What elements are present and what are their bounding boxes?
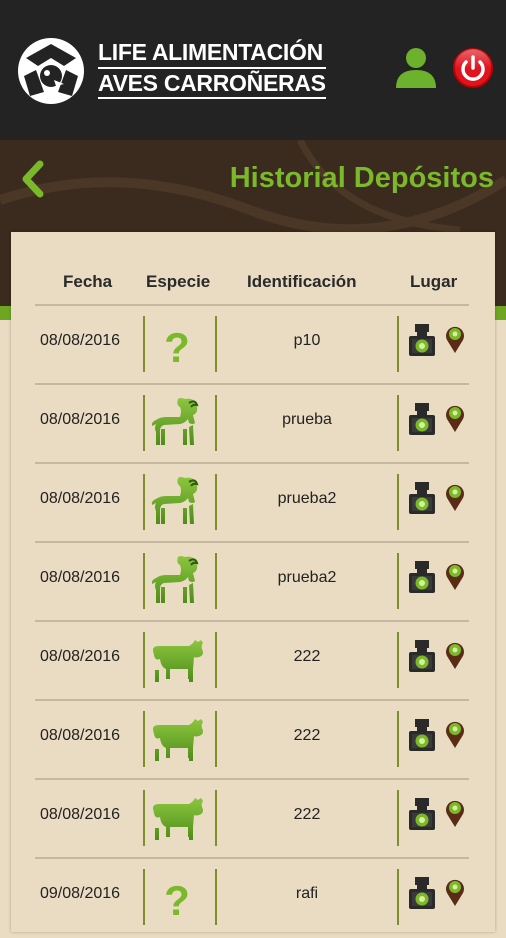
column-divider: [397, 553, 399, 609]
goat-icon: [149, 395, 205, 449]
table-row[interactable]: 08/08/2016? p10: [35, 304, 469, 385]
col-lugar: Lugar: [410, 272, 458, 291]
row-date: 08/08/2016: [40, 411, 121, 428]
location-pin-icon[interactable]: [445, 324, 465, 354]
cow-icon: [149, 790, 205, 844]
column-divider: [397, 869, 399, 925]
camera-icon[interactable]: [409, 719, 435, 753]
table-row[interactable]: 08/08/2016 prueba: [35, 383, 469, 464]
camera-icon[interactable]: [409, 561, 435, 595]
table-row[interactable]: 08/08/2016 222: [35, 620, 469, 701]
cow-icon: [149, 711, 205, 765]
camera-icon[interactable]: [409, 798, 435, 832]
camera-icon[interactable]: [409, 877, 435, 911]
column-divider: [143, 553, 145, 609]
goat-icon: [149, 553, 205, 607]
column-divider: [397, 395, 399, 451]
app-header: LIFE ALIMENTACIÓN AVES CARROÑERAS: [0, 0, 506, 140]
cow-icon: [149, 632, 205, 686]
vulture-logo-icon: [18, 38, 84, 104]
column-divider: [143, 790, 145, 846]
chevron-left-icon[interactable]: [18, 160, 48, 198]
location-pin-icon[interactable]: [445, 482, 465, 512]
row-date: 08/08/2016: [40, 332, 121, 349]
column-divider: [143, 869, 145, 925]
row-identification: rafi: [295, 885, 319, 902]
column-divider: [143, 711, 145, 767]
location-pin-icon[interactable]: [445, 877, 465, 907]
row-date: 08/08/2016: [40, 569, 121, 586]
table-row[interactable]: 08/08/2016 prueba2: [35, 462, 469, 543]
camera-icon[interactable]: [409, 482, 435, 516]
row-date: 08/08/2016: [40, 727, 121, 744]
table-header: Fecha Especie Identificación Lugar: [11, 232, 495, 304]
table-row[interactable]: 08/08/2016 222: [35, 778, 469, 859]
row-identification: prueba: [282, 411, 332, 428]
row-identification: prueba2: [277, 490, 337, 507]
row-date: 08/08/2016: [40, 806, 121, 823]
user-icon[interactable]: [394, 46, 438, 88]
goat-icon: [149, 474, 205, 528]
deposits-table: Fecha Especie Identificación Lugar 08/08…: [11, 232, 495, 932]
row-date: 08/08/2016: [40, 490, 121, 507]
row-identification: 222: [293, 806, 321, 823]
power-icon[interactable]: [452, 47, 494, 89]
column-divider: [143, 632, 145, 688]
location-pin-icon[interactable]: [445, 640, 465, 670]
unknown-icon: ?: [149, 316, 205, 371]
column-divider: [397, 790, 399, 846]
column-divider: [143, 474, 145, 530]
location-pin-icon[interactable]: [445, 719, 465, 749]
column-divider: [397, 474, 399, 530]
row-date: 09/08/2016: [40, 885, 121, 902]
logo-line-2: AVES CARROÑERAS: [98, 69, 326, 99]
column-divider: [143, 395, 145, 451]
svg-text:?: ?: [164, 324, 190, 370]
logo-line-1: LIFE ALIMENTACIÓN: [98, 38, 326, 69]
location-pin-icon[interactable]: [445, 561, 465, 591]
column-divider: [397, 632, 399, 688]
table-row[interactable]: 08/08/2016 222: [35, 699, 469, 780]
col-identificacion: Identificación: [247, 272, 357, 291]
location-pin-icon[interactable]: [445, 403, 465, 433]
column-divider: [397, 711, 399, 767]
camera-icon[interactable]: [409, 324, 435, 358]
row-identification: p10: [293, 332, 321, 349]
page-title: Historial Depósitos: [229, 162, 494, 194]
row-identification: 222: [293, 648, 321, 665]
column-divider: [143, 316, 145, 372]
table-row[interactable]: 09/08/2016? rafi: [35, 857, 469, 938]
camera-icon[interactable]: [409, 640, 435, 674]
row-identification: prueba2: [277, 569, 337, 586]
row-identification: 222: [293, 727, 321, 744]
column-divider: [397, 316, 399, 372]
col-fecha: Fecha: [63, 272, 113, 291]
location-pin-icon[interactable]: [445, 798, 465, 828]
col-especie: Especie: [146, 272, 211, 291]
app-logo-text: LIFE ALIMENTACIÓN AVES CARROÑERAS: [98, 38, 326, 99]
table-row[interactable]: 08/08/2016 prueba2: [35, 541, 469, 622]
unknown-icon: ?: [149, 869, 205, 924]
row-date: 08/08/2016: [40, 648, 121, 665]
svg-text:?: ?: [164, 877, 190, 923]
camera-icon[interactable]: [409, 403, 435, 437]
